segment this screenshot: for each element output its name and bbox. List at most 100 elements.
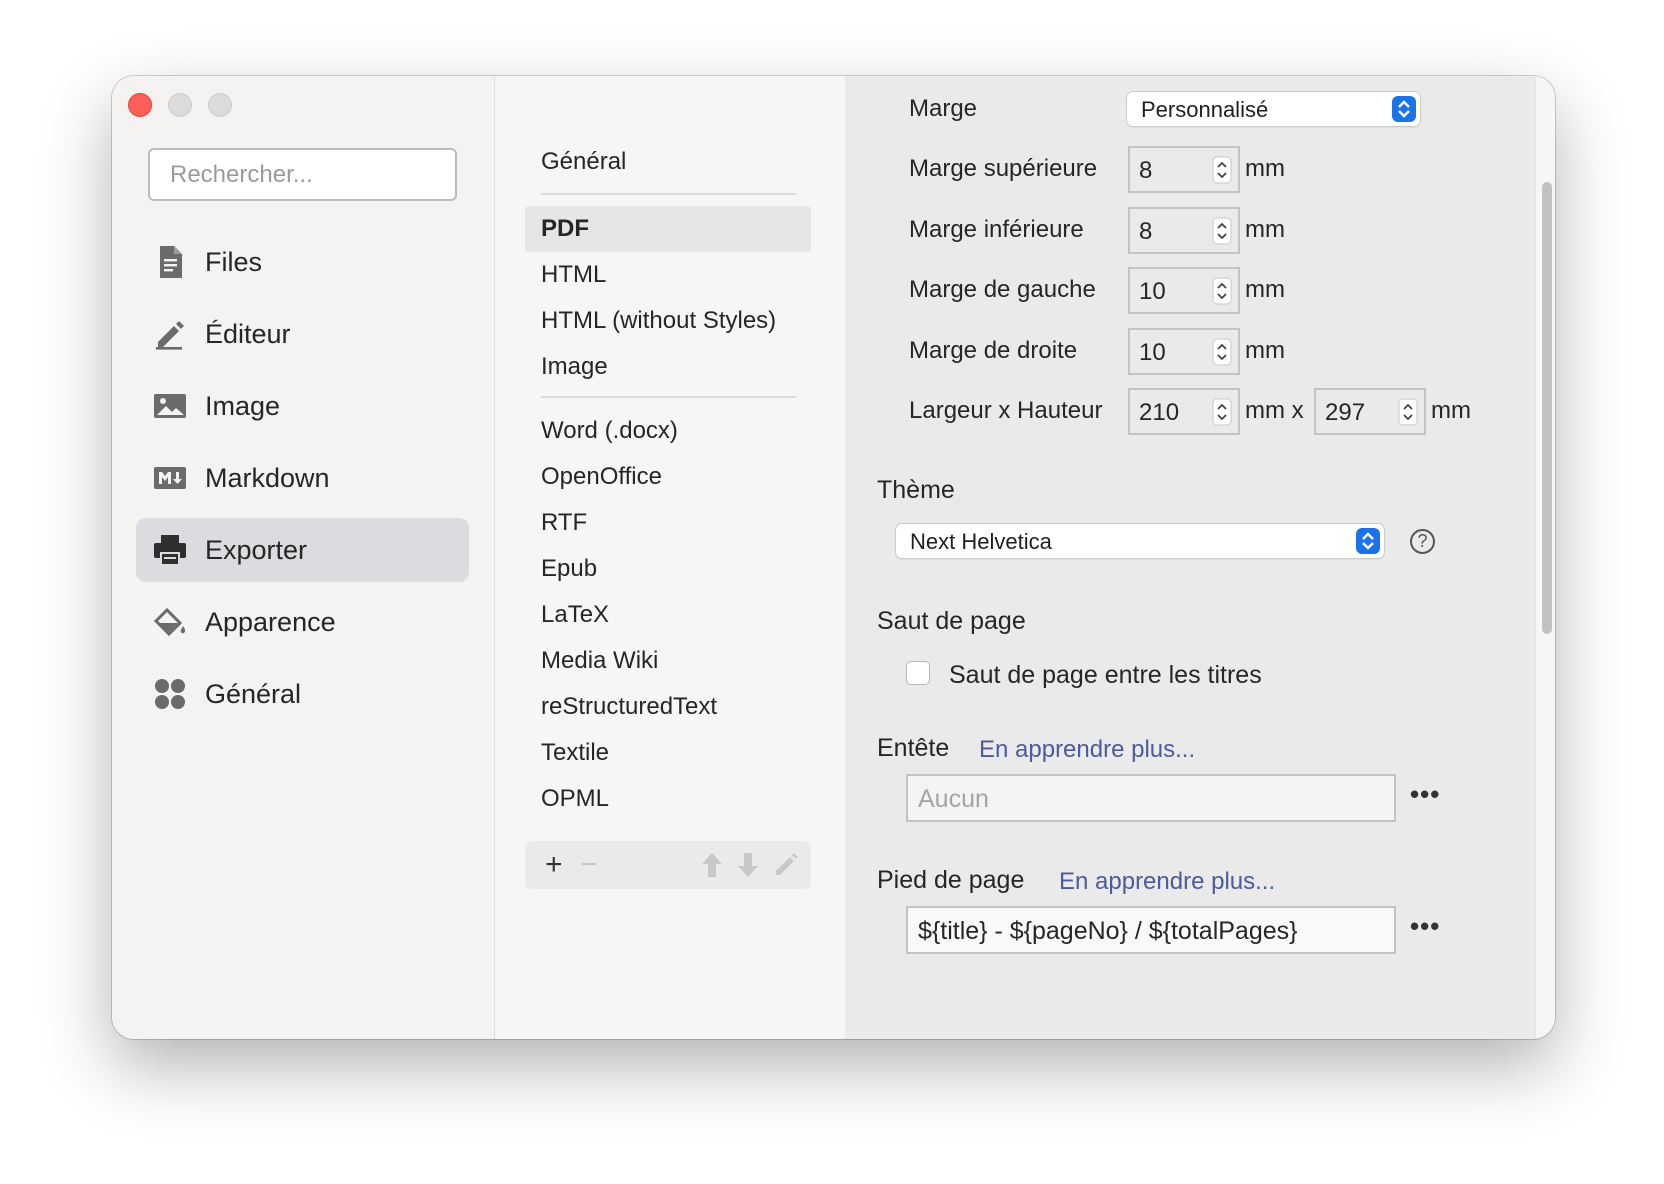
header-heading: Entête [877, 734, 950, 762]
move-down-icon[interactable] [737, 852, 759, 878]
stepper-value: 297 [1325, 399, 1366, 426]
top-margin-stepper[interactable]: 8 [1128, 146, 1240, 193]
preferences-window: Rechercher... Files Éditeur Image Markdo… [112, 76, 1555, 1039]
unit-label: mm [1245, 155, 1285, 182]
list-separator [541, 193, 796, 195]
sidebar-item-label: Image [205, 390, 281, 421]
add-button[interactable]: + [545, 850, 563, 880]
footer-more-button[interactable]: ••• [1410, 911, 1440, 942]
paint-bucket-icon [153, 607, 186, 637]
list-item-html[interactable]: HTML [541, 261, 606, 289]
minimize-window-button[interactable] [168, 93, 192, 117]
list-item-restructuredtext[interactable]: reStructuredText [541, 693, 717, 721]
sidebar-item-appearance[interactable]: Apparence [136, 590, 469, 654]
pagebreak-heading: Saut de page [877, 607, 1026, 635]
sidebar-item-general[interactable]: Général [136, 662, 469, 726]
close-window-button[interactable] [128, 93, 152, 117]
stepper-arrows-icon[interactable] [1212, 217, 1232, 245]
footer-heading: Pied de page [877, 866, 1025, 894]
list-item-image[interactable]: Image [541, 353, 608, 381]
pdf-settings-panel: Marge Personnalisé Marge supérieure 8 mm… [845, 76, 1535, 1039]
unit-x-label: mm x [1245, 397, 1304, 424]
edit-pencil-icon[interactable] [773, 852, 799, 878]
printer-icon [154, 535, 186, 566]
stepper-arrows-icon[interactable] [1212, 277, 1232, 305]
sidebar-item-label: Éditeur [205, 318, 291, 349]
move-up-icon[interactable] [701, 852, 723, 878]
sidebar-item-editor[interactable]: Éditeur [136, 302, 469, 366]
remove-button[interactable]: − [580, 850, 598, 880]
unit-label: mm [1245, 337, 1285, 364]
stepper-value: 10 [1139, 339, 1166, 366]
stepper-arrows-icon[interactable] [1212, 398, 1232, 426]
sidebar-item-files[interactable]: Files [136, 230, 469, 294]
footer-input[interactable]: ${title} - ${pageNo} / ${totalPages} [906, 906, 1396, 954]
list-item-rtf[interactable]: RTF [541, 509, 587, 537]
left-margin-stepper[interactable]: 10 [1128, 267, 1240, 314]
file-text-icon [160, 246, 182, 278]
markdown-icon [154, 467, 186, 489]
theme-select-value: Next Helvetica [910, 529, 1052, 554]
sidebar: Rechercher... Files Éditeur Image Markdo… [112, 76, 495, 1039]
margin-select-value: Personnalisé [1141, 97, 1269, 122]
sidebar-item-label: Apparence [205, 606, 336, 637]
theme-select[interactable]: Next Helvetica [896, 524, 1384, 558]
list-item-general[interactable]: Général [541, 148, 626, 176]
header-input[interactable]: Aucun [906, 774, 1396, 822]
sidebar-item-label: Général [205, 678, 302, 709]
bottom-margin-label: Marge inférieure [909, 216, 1084, 243]
export-format-list: Général PDF HTML HTML (without Styles) I… [495, 76, 845, 1039]
help-icon[interactable]: ? [1410, 529, 1435, 554]
chevron-updown-icon [1356, 528, 1380, 554]
footer-learn-more-link[interactable]: En apprendre plus... [1059, 868, 1275, 896]
stepper-arrows-icon[interactable] [1212, 156, 1232, 184]
page-height-stepper[interactable]: 297 [1314, 388, 1426, 435]
stepper-value: 210 [1139, 399, 1180, 426]
stepper-value: 10 [1139, 278, 1166, 305]
list-item-opml[interactable]: OPML [541, 785, 609, 813]
header-more-button[interactable]: ••• [1410, 779, 1440, 810]
list-separator [541, 396, 796, 398]
theme-heading: Thème [877, 476, 955, 504]
scrollbar-track[interactable] [1535, 76, 1555, 1039]
right-margin-stepper[interactable]: 10 [1128, 328, 1240, 375]
right-margin-label: Marge de droite [909, 337, 1078, 364]
unit-label: mm [1245, 276, 1285, 303]
margin-select[interactable]: Personnalisé [1127, 92, 1420, 126]
stepper-value: 8 [1139, 218, 1153, 245]
pencil-icon [156, 321, 184, 350]
list-item-html-no-styles[interactable]: HTML (without Styles) [541, 307, 776, 335]
stepper-arrows-icon[interactable] [1212, 338, 1232, 366]
bottom-margin-stepper[interactable]: 8 [1128, 207, 1240, 254]
stepper-arrows-icon[interactable] [1398, 398, 1418, 426]
header-learn-more-link[interactable]: En apprendre plus... [979, 736, 1195, 764]
page-size-label: Largeur x Hauteur [909, 397, 1103, 424]
left-margin-label: Marge de gauche [909, 276, 1096, 303]
list-item-pdf[interactable]: PDF [541, 215, 589, 243]
pagebreak-checkbox[interactable] [906, 661, 930, 685]
image-icon [154, 394, 186, 418]
list-item-textile[interactable]: Textile [541, 739, 609, 767]
list-item-epub[interactable]: Epub [541, 555, 597, 583]
sidebar-item-export[interactable]: Exporter [136, 518, 469, 582]
top-margin-label: Marge supérieure [909, 155, 1098, 182]
scrollbar-thumb[interactable] [1542, 182, 1552, 634]
sidebar-item-label: Files [205, 246, 263, 277]
page-width-stepper[interactable]: 210 [1128, 388, 1240, 435]
zoom-window-button[interactable] [208, 93, 232, 117]
list-item-openoffice[interactable]: OpenOffice [541, 463, 662, 491]
list-item-latex[interactable]: LaTeX [541, 601, 609, 629]
pagebreak-checkbox-label[interactable]: Saut de page entre les titres [949, 661, 1262, 690]
search-input[interactable]: Rechercher... [148, 148, 457, 201]
unit-label: mm [1431, 397, 1471, 424]
list-toolbar: + − [525, 841, 811, 889]
sidebar-item-label: Exporter [205, 534, 308, 565]
list-item-media-wiki[interactable]: Media Wiki [541, 647, 658, 675]
list-item-word[interactable]: Word (.docx) [541, 417, 678, 445]
chevron-updown-icon [1392, 96, 1416, 122]
sidebar-item-markdown[interactable]: Markdown [136, 446, 469, 510]
sidebar-item-label: Markdown [205, 462, 330, 493]
stepper-value: 8 [1139, 157, 1153, 184]
sidebar-item-image[interactable]: Image [136, 374, 469, 438]
unit-label: mm [1245, 216, 1285, 243]
